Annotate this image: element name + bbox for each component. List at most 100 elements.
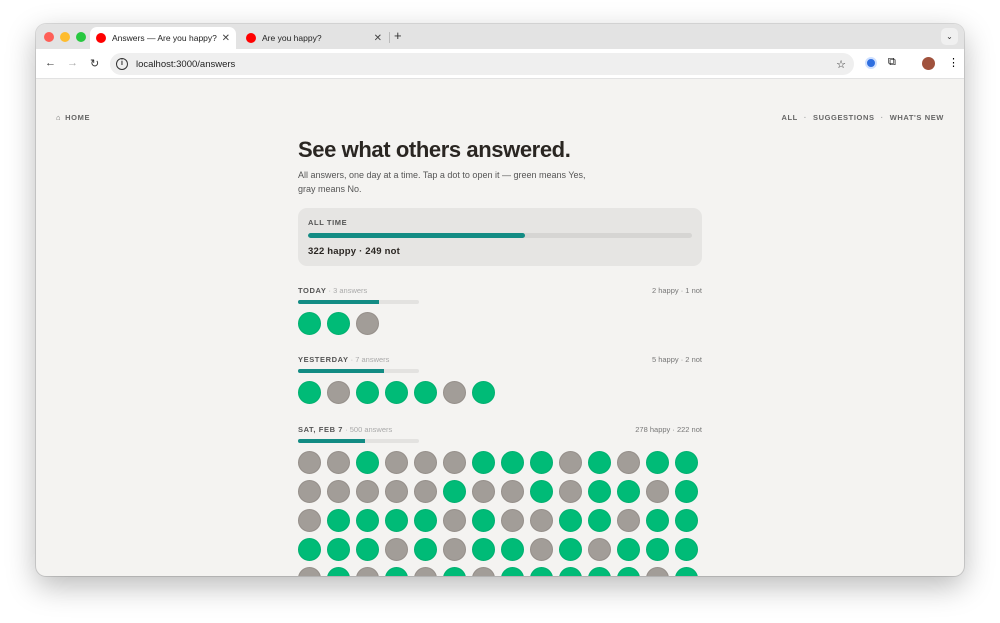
answer-dot-yes[interactable] (472, 538, 495, 561)
answer-dot-yes[interactable] (617, 567, 640, 576)
answer-dot-yes[interactable] (675, 509, 698, 532)
answer-dot-yes[interactable] (530, 451, 553, 474)
answer-dot-yes[interactable] (443, 567, 466, 576)
answer-dot-no[interactable] (298, 480, 321, 503)
answer-dot-yes[interactable] (298, 312, 321, 335)
answer-dot-no[interactable] (327, 480, 350, 503)
answer-dot-no[interactable] (559, 480, 582, 503)
answer-dot-yes[interactable] (588, 509, 611, 532)
answer-dot-no[interactable] (646, 567, 669, 576)
answer-dot-yes[interactable] (327, 538, 350, 561)
answer-dot-no[interactable] (327, 381, 350, 404)
answer-dot-yes[interactable] (530, 480, 553, 503)
answer-dot-yes[interactable] (414, 381, 437, 404)
answer-dot-yes[interactable] (588, 451, 611, 474)
answer-dot-no[interactable] (501, 509, 524, 532)
answer-dot-no[interactable] (385, 538, 408, 561)
answer-dot-yes[interactable] (675, 567, 698, 576)
minimize-window-button[interactable] (60, 32, 70, 42)
answer-dot-yes[interactable] (501, 567, 524, 576)
answer-dot-no[interactable] (385, 480, 408, 503)
answer-dot-no[interactable] (414, 567, 437, 576)
answer-dot-yes[interactable] (646, 451, 669, 474)
answer-dot-no[interactable] (414, 451, 437, 474)
answer-dot-yes[interactable] (327, 509, 350, 532)
answer-dot-yes[interactable] (675, 480, 698, 503)
nav-whats-new[interactable]: WHAT'S NEW (890, 113, 944, 122)
reload-icon[interactable]: ↻ (90, 57, 99, 70)
password-manager-icon[interactable] (865, 57, 877, 69)
answer-dot-yes[interactable] (327, 567, 350, 576)
answer-dot-yes[interactable] (298, 381, 321, 404)
zoom-window-button[interactable] (76, 32, 86, 42)
answer-dot-yes[interactable] (559, 538, 582, 561)
answer-dot-no[interactable] (617, 451, 640, 474)
answer-dot-no[interactable] (646, 480, 669, 503)
answer-dot-no[interactable] (530, 509, 553, 532)
answer-dot-yes[interactable] (414, 538, 437, 561)
answer-dot-yes[interactable] (617, 538, 640, 561)
answer-dot-yes[interactable] (356, 538, 379, 561)
back-arrow-icon[interactable]: ← (45, 57, 56, 69)
answer-dot-yes[interactable] (356, 451, 379, 474)
bookmark-star-icon[interactable]: ☆ (836, 58, 846, 71)
new-tab-button[interactable]: + (394, 28, 402, 43)
home-link[interactable]: ⌂ HOME (56, 113, 90, 122)
tab-search-chevron-icon[interactable]: ⌄ (941, 28, 958, 45)
answer-dot-no[interactable] (443, 538, 466, 561)
answer-dot-no[interactable] (414, 480, 437, 503)
close-window-button[interactable] (44, 32, 54, 42)
answer-dot-no[interactable] (298, 509, 321, 532)
answer-dot-yes[interactable] (472, 509, 495, 532)
answer-dot-yes[interactable] (385, 381, 408, 404)
answer-dot-no[interactable] (356, 567, 379, 576)
answer-dot-no[interactable] (356, 312, 379, 335)
extensions-puzzle-icon[interactable]: ⧉ (888, 56, 896, 69)
answer-dot-no[interactable] (443, 509, 466, 532)
answer-dot-yes[interactable] (675, 451, 698, 474)
answer-dot-yes[interactable] (646, 509, 669, 532)
answer-dot-yes[interactable] (530, 567, 553, 576)
answer-dot-yes[interactable] (443, 480, 466, 503)
answer-dot-no[interactable] (530, 538, 553, 561)
answer-dot-yes[interactable] (617, 480, 640, 503)
answer-dot-yes[interactable] (559, 509, 582, 532)
answer-dot-yes[interactable] (298, 538, 321, 561)
answer-dot-no[interactable] (443, 451, 466, 474)
answer-dot-yes[interactable] (356, 381, 379, 404)
tab-are-you-happy[interactable]: Are you happy? ✕ (240, 27, 388, 49)
answer-dot-yes[interactable] (385, 509, 408, 532)
answer-dot-yes[interactable] (588, 567, 611, 576)
answer-dot-no[interactable] (617, 509, 640, 532)
site-info-icon[interactable]: i (116, 58, 128, 70)
nav-suggestions[interactable]: SUGGESTIONS (813, 113, 875, 122)
profile-avatar[interactable] (922, 57, 935, 70)
answer-dot-yes[interactable] (414, 509, 437, 532)
answer-dot-no[interactable] (501, 480, 524, 503)
answer-dot-yes[interactable] (472, 381, 495, 404)
answer-dot-no[interactable] (298, 451, 321, 474)
answer-dot-yes[interactable] (675, 538, 698, 561)
address-bar[interactable]: i localhost:3000/answers ☆ (110, 53, 854, 75)
answer-dot-yes[interactable] (588, 480, 611, 503)
answer-dot-no[interactable] (327, 451, 350, 474)
answer-dot-no[interactable] (385, 451, 408, 474)
answer-dot-no[interactable] (559, 451, 582, 474)
close-tab-icon[interactable]: ✕ (222, 33, 230, 44)
answer-dot-no[interactable] (588, 538, 611, 561)
answer-dot-no[interactable] (356, 480, 379, 503)
menu-kebab-icon[interactable]: ⋮ (948, 56, 959, 69)
answer-dot-yes[interactable] (501, 538, 524, 561)
forward-arrow-icon[interactable]: → (67, 57, 78, 69)
close-tab-icon[interactable]: ✕ (374, 33, 382, 44)
answer-dot-yes[interactable] (646, 538, 669, 561)
answer-dot-yes[interactable] (501, 451, 524, 474)
answer-dot-no[interactable] (472, 480, 495, 503)
nav-all[interactable]: ALL (781, 113, 797, 122)
answer-dot-yes[interactable] (327, 312, 350, 335)
answer-dot-no[interactable] (298, 567, 321, 576)
answer-dot-yes[interactable] (356, 509, 379, 532)
tab-answers[interactable]: Answers — Are you happy? ✕ (90, 27, 236, 49)
answer-dot-no[interactable] (472, 567, 495, 576)
answer-dot-yes[interactable] (559, 567, 582, 576)
